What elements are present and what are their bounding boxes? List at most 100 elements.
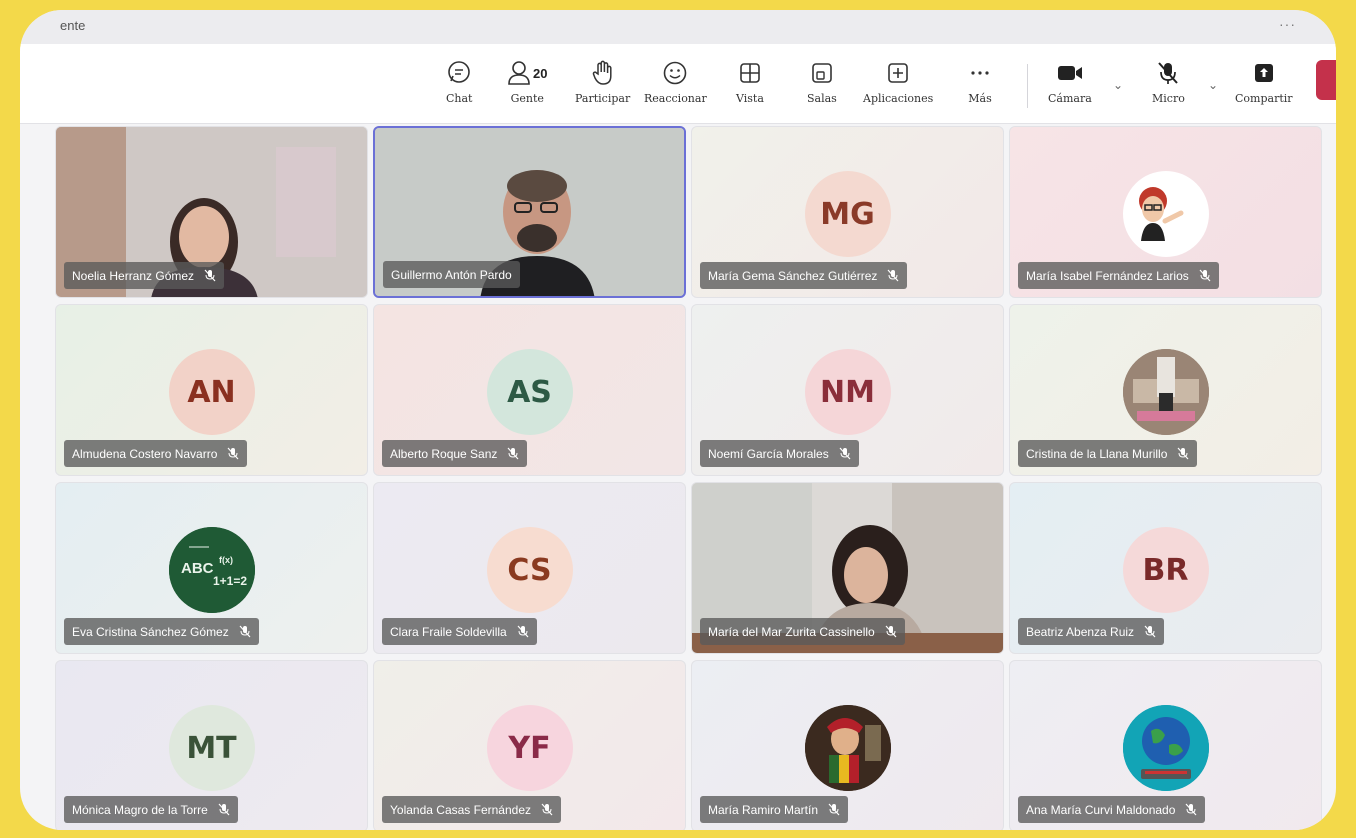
mic-label: Micro [1152,92,1185,105]
add-app-icon [886,58,910,88]
more-label: Más [968,92,992,105]
react-button[interactable]: Reaccionar [644,58,707,105]
participant-name: Ana María Curvi Maldonado [1026,802,1176,817]
participant-tile[interactable]: BR Beatriz Abenza Ruiz [1009,482,1322,654]
participant-name-tag: Eva Cristina Sánchez Gómez [64,618,259,645]
participant-name-tag: María del Mar Zurita Cassinello [700,618,905,645]
participant-name-tag: Alberto Roque Sanz [382,440,528,467]
participant-name-tag: María Isabel Fernández Larios [1018,262,1219,289]
participant-name: María del Mar Zurita Cassinello [708,624,875,639]
react-label: Reaccionar [644,92,707,105]
raise-hand-button[interactable]: Participar [575,58,630,105]
participant-name-tag: Noemí García Morales [700,440,859,467]
participant-name-tag: Noelia Herranz Gómez [64,262,225,289]
apps-button[interactable]: Aplicaciones [863,58,933,105]
participant-tile[interactable]: Cristina de la Llana Murillo [1009,304,1322,476]
grid-view-icon [738,58,762,88]
meeting-toolbar: Chat 20 Gente Participar Reaccionar Vist… [20,44,1336,124]
chat-icon [446,58,472,88]
share-label: Compartir [1235,92,1293,105]
participant-name: Noemí García Morales [708,446,829,461]
camera-icon [1056,58,1084,88]
participant-name-tag: Yolanda Casas Fernández [382,796,561,823]
participant-tile[interactable]: AN Almudena Costero Navarro [55,304,368,476]
mic-muted-icon [541,803,553,816]
breakout-rooms-icon [810,58,834,88]
participant-name: María Gema Sánchez Gutiérrez [708,268,878,283]
people-count: 20 [533,65,548,81]
participant-name: Almudena Costero Navarro [72,446,218,461]
mic-muted-icon [218,803,230,816]
mic-muted-icon [1199,269,1211,282]
participant-tile[interactable]: Noelia Herranz Gómez [55,126,368,298]
share-button[interactable]: Compartir [1235,58,1293,105]
participant-tile[interactable]: CS Clara Fraile Soldevilla [373,482,686,654]
toolbar-divider [1027,64,1028,108]
participant-name: Alberto Roque Sanz [390,446,498,461]
participant-initials-avatar: YF [486,705,573,791]
share-screen-icon [1252,58,1276,88]
participant-tile[interactable]: AS Alberto Roque Sanz [373,304,686,476]
participant-tile[interactable]: María Isabel Fernández Larios [1009,126,1322,298]
chat-label: Chat [446,92,473,105]
leave-call-button[interactable] [1316,60,1336,100]
mic-muted-icon [1155,58,1181,88]
participant-tile[interactable]: NM Noemí García Morales [691,304,1004,476]
participant-initials-avatar: BR [1122,527,1209,613]
mic-muted-icon [1144,625,1156,638]
participant-tile[interactable]: MG María Gema Sánchez Gutiérrez [691,126,1004,298]
participant-name: Beatriz Abenza Ruiz [1026,624,1135,639]
mic-muted-icon [1177,447,1189,460]
participant-tile[interactable]: María Ramiro Martín [691,660,1004,830]
room-photo-avatar-icon [1122,349,1209,435]
mic-muted-icon [227,447,239,460]
mic-muted-icon [828,803,840,816]
mic-button[interactable]: Micro [1152,58,1185,105]
participant-name: María Ramiro Martín [708,802,819,817]
chat-button[interactable]: Chat [446,58,472,105]
mic-muted-icon [1185,803,1197,816]
participant-initials-avatar: NM [804,349,891,435]
mic-muted-icon [517,625,529,638]
participant-tile-active-speaker[interactable]: Guillermo Antón Pardo [373,126,686,298]
participant-tile[interactable]: ABC 1+1=2 f(x) Eva Cristina Sánchez Gómez [55,482,368,654]
svg-text:f(x): f(x) [219,555,233,565]
participant-initials-avatar: AS [486,349,573,435]
rooms-label: Salas [807,92,837,105]
participant-name-tag: Clara Fraile Soldevilla [382,618,537,645]
participant-name: Eva Cristina Sánchez Gómez [72,624,229,639]
window-menu-icon[interactable]: ··· [1279,16,1296,32]
participant-tile[interactable]: María del Mar Zurita Cassinello [691,482,1004,654]
participant-name-tag: Guillermo Antón Pardo [383,261,520,288]
people-button[interactable]: 20 Gente [507,58,547,105]
window-title: ente [60,18,86,33]
camera-button[interactable]: Cámara [1048,58,1092,105]
apps-label: Aplicaciones [863,92,934,105]
participant-name-tag: Mónica Magro de la Torre [64,796,238,823]
participant-name: Mónica Magro de la Torre [72,802,208,817]
camera-options-chevron-icon[interactable]: ⌄ [1113,78,1123,92]
mic-muted-icon [885,625,897,638]
people-label: Gente [510,92,544,105]
mic-options-chevron-icon[interactable]: ⌄ [1208,78,1218,92]
mic-muted-icon [239,625,251,638]
chalkboard-avatar-icon: ABC 1+1=2 f(x) [168,527,255,613]
camera-label: Cámara [1048,92,1092,105]
participant-name-tag: Almudena Costero Navarro [64,440,248,467]
participant-name: Yolanda Casas Fernández [390,802,531,817]
participant-tile[interactable]: MT Mónica Magro de la Torre [55,660,368,830]
rooms-button[interactable]: Salas [807,58,837,105]
title-bar: ente ··· [20,10,1336,44]
painting-avatar-icon [804,705,891,791]
globe-avatar-icon [1122,705,1209,791]
participant-name-tag: María Gema Sánchez Gutiérrez [700,262,908,289]
participant-initials-avatar: CS [486,527,573,613]
participant-name: María Isabel Fernández Larios [1026,268,1189,283]
mic-muted-icon [507,447,519,460]
raise-hand-label: Participar [575,92,631,105]
mic-muted-icon [204,269,216,282]
participant-tile[interactable]: YF Yolanda Casas Fernández [373,660,686,830]
participant-tile[interactable]: Ana María Curvi Maldonado [1009,660,1322,830]
more-button[interactable]: Más [968,58,992,105]
view-button[interactable]: Vista [736,58,764,105]
